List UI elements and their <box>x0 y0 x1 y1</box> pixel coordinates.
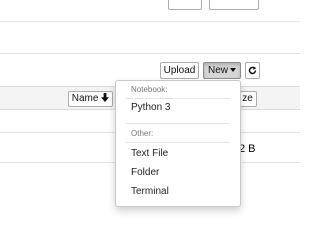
menu-divider <box>126 123 230 124</box>
menu-divider <box>126 142 230 143</box>
panel-border <box>0 53 300 54</box>
header-divider <box>0 21 300 22</box>
new-label: New <box>207 65 228 76</box>
new-button[interactable]: New <box>203 62 241 79</box>
refresh-button[interactable] <box>245 62 260 79</box>
upload-label: Upload <box>163 65 196 76</box>
menu-divider <box>126 98 230 99</box>
menu-header-notebook: Notebook: <box>131 85 168 94</box>
menu-header-other: Other: <box>131 129 154 138</box>
sort-by-name-button[interactable]: Name <box>68 91 113 107</box>
refresh-icon <box>248 66 257 75</box>
caret-down-icon <box>230 68 236 72</box>
header-button-1[interactable] <box>168 0 202 10</box>
new-dropdown-menu: Notebook: Python 3 Other: Text File Fold… <box>115 80 241 207</box>
name-sort-label: Name <box>71 93 99 104</box>
menu-item-folder[interactable]: Folder <box>131 167 159 178</box>
header-button-2[interactable] <box>209 0 259 10</box>
upload-button[interactable]: Upload <box>160 62 199 79</box>
arrow-down-icon <box>101 93 110 102</box>
menu-item-python3[interactable]: Python 3 <box>131 102 170 113</box>
menu-item-text-file[interactable]: Text File <box>131 148 168 159</box>
file-size: 2 B <box>239 143 256 155</box>
menu-item-terminal[interactable]: Terminal <box>131 186 169 197</box>
